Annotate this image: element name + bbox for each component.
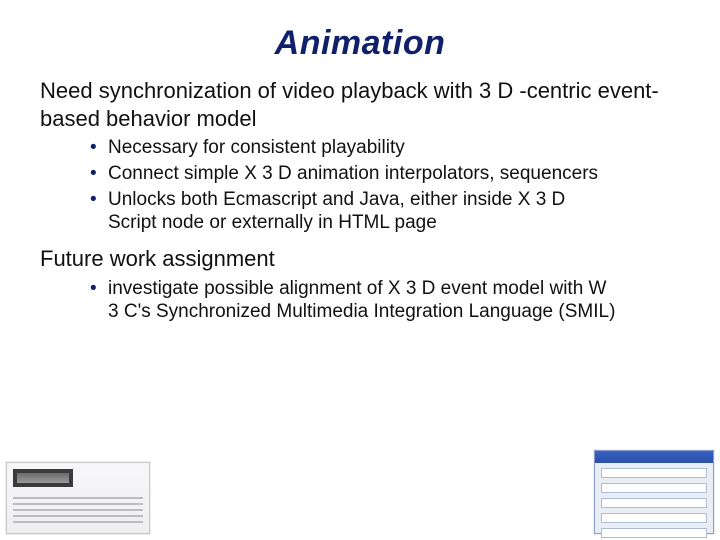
- list-item: Connect simple X 3 D animation interpola…: [90, 162, 686, 186]
- thumbnail-left: [6, 462, 150, 534]
- slide: Animation Need synchronization of video …: [0, 0, 720, 540]
- section-1-text: Need synchronization of video playback w…: [34, 77, 686, 132]
- list-item: Necessary for consistent playability: [90, 136, 686, 160]
- section-1-bullets: Necessary for consistent playability Con…: [34, 136, 686, 235]
- list-item: Unlocks both Ecmascript and Java, either…: [90, 188, 686, 236]
- section-2-text: Future work assignment: [34, 245, 686, 273]
- list-item: investigate possible alignment of X 3 D …: [90, 277, 686, 325]
- section-2-bullets: investigate possible alignment of X 3 D …: [34, 277, 686, 325]
- slide-title: Animation: [34, 24, 686, 63]
- thumbnail-right: [594, 450, 714, 534]
